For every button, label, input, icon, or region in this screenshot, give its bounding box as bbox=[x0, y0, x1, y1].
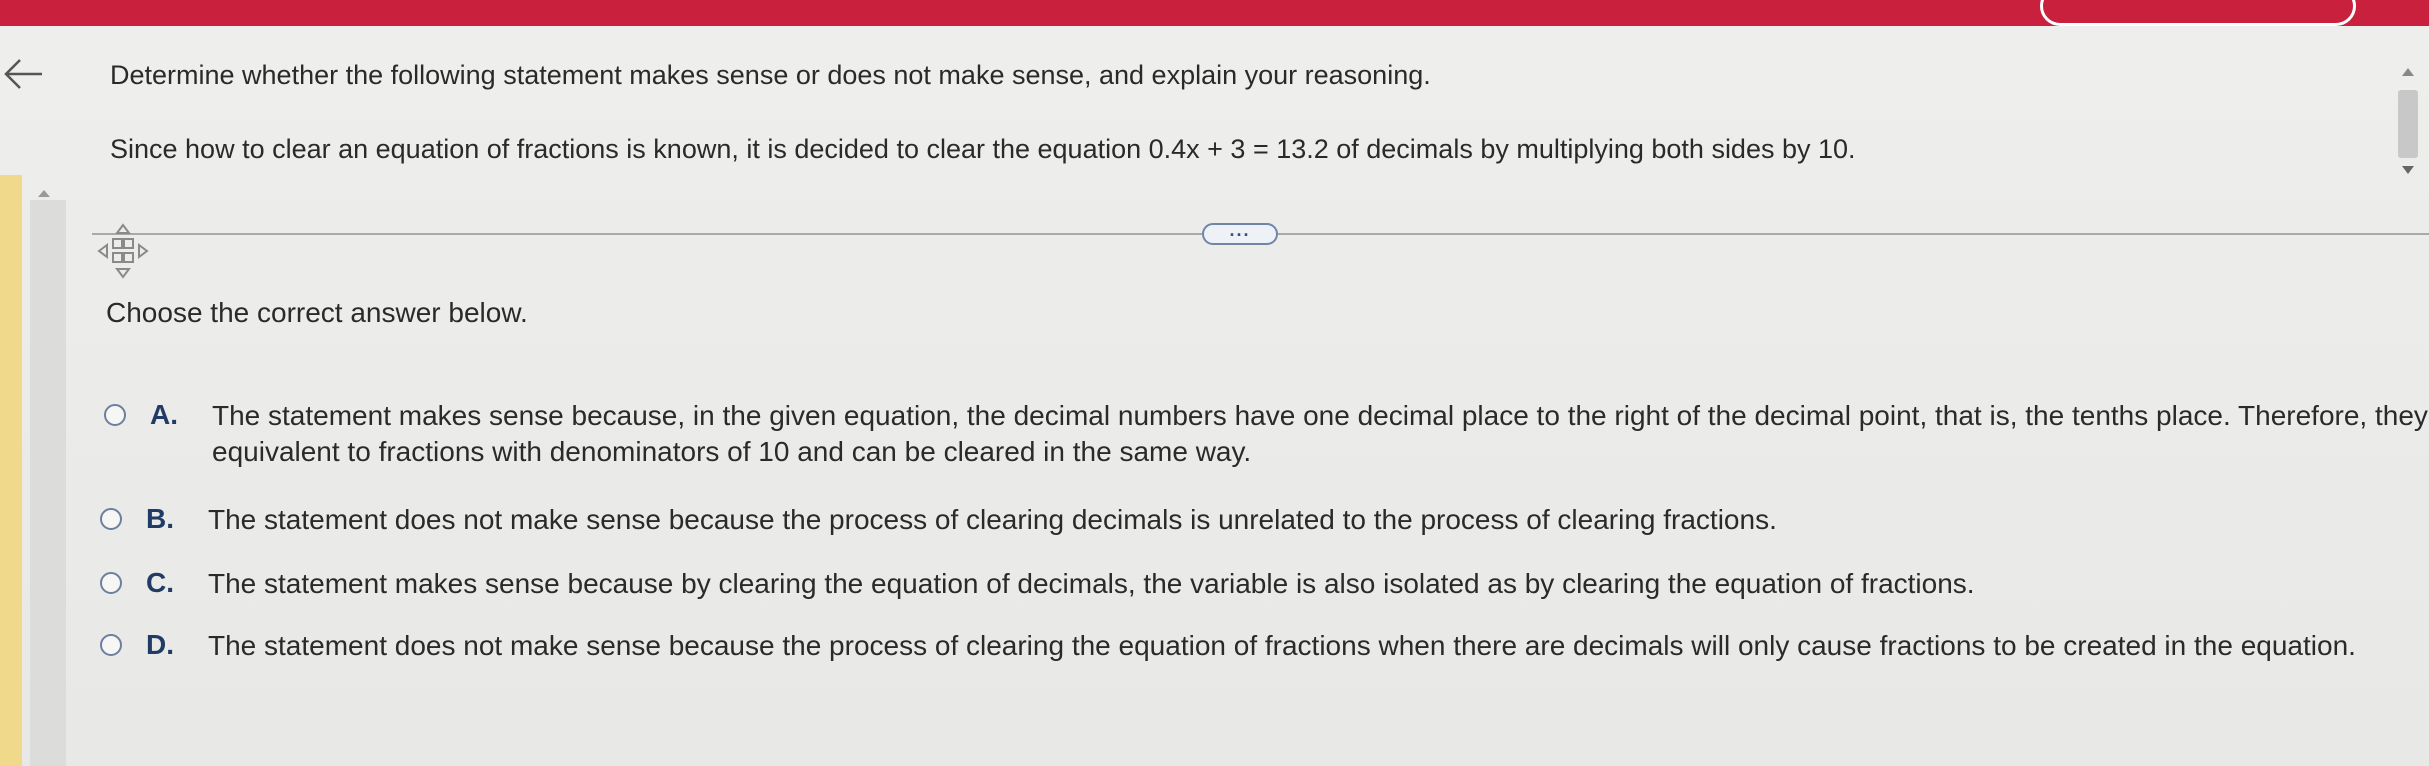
option-letter-c: C. bbox=[146, 567, 174, 598]
question-scrollbar[interactable] bbox=[2396, 62, 2420, 180]
option-letter-d: D. bbox=[146, 629, 174, 660]
left-panel-edge bbox=[0, 175, 22, 766]
back-arrow-icon[interactable] bbox=[2, 52, 46, 96]
chevron-up-icon[interactable] bbox=[2402, 68, 2414, 76]
radio-button-b[interactable] bbox=[100, 508, 122, 530]
option-text-c[interactable]: The statement makes sense because by cle… bbox=[208, 566, 2429, 602]
more-button-label: ... bbox=[1229, 220, 1251, 240]
scroll-thumb[interactable] bbox=[2398, 90, 2418, 158]
answer-prompt: Choose the correct answer below. bbox=[106, 297, 528, 328]
option-text-b[interactable]: The statement does not make sense becaus… bbox=[208, 502, 2429, 538]
move-arrows-icon[interactable] bbox=[96, 222, 150, 280]
radio-button-a[interactable] bbox=[104, 404, 126, 426]
option-letter-a: A. bbox=[150, 399, 178, 430]
top-banner bbox=[0, 0, 2429, 26]
top-banner-button[interactable] bbox=[2040, 0, 2356, 26]
expand-more-button[interactable]: ... bbox=[1202, 220, 1278, 245]
option-letter-b: B. bbox=[146, 503, 174, 534]
chevron-up-icon[interactable] bbox=[38, 190, 50, 197]
chevron-down-icon[interactable] bbox=[2402, 166, 2414, 174]
option-text-d[interactable]: The statement does not make sense becaus… bbox=[208, 628, 2429, 664]
radio-button-c[interactable] bbox=[100, 572, 122, 594]
question-statement: Since how to clear an equation of fracti… bbox=[110, 134, 1856, 164]
question-instruction: Determine whether the following statemen… bbox=[110, 60, 1431, 90]
option-text-a[interactable]: The statement makes sense because, in th… bbox=[212, 398, 2429, 470]
left-panel-scrollbar[interactable] bbox=[30, 200, 66, 766]
radio-button-d[interactable] bbox=[100, 634, 122, 656]
